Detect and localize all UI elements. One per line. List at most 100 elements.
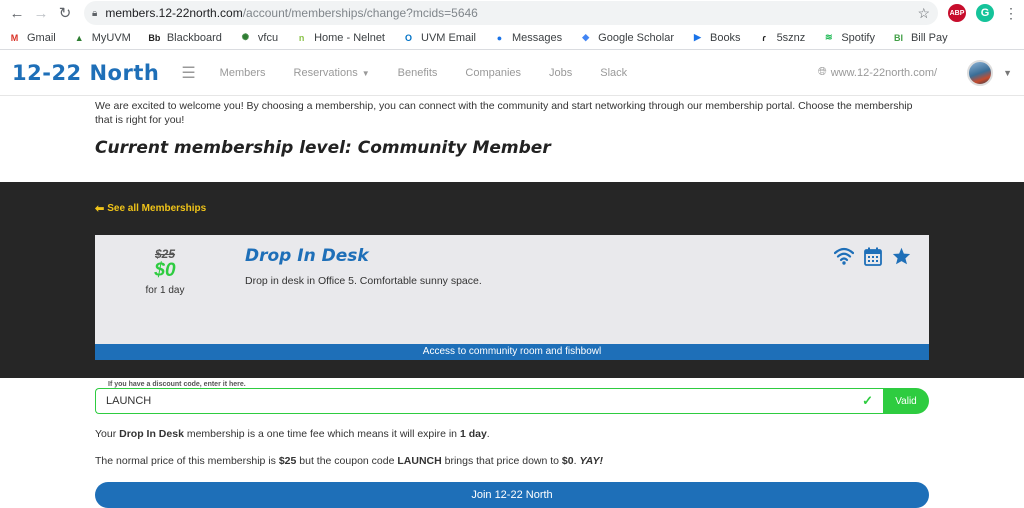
coupon-input[interactable]: LAUNCH ✓	[95, 388, 883, 414]
bookmark-label: Google Scholar	[598, 31, 674, 44]
bookmark-label: Gmail	[27, 31, 56, 44]
back-icon[interactable]: ←	[6, 2, 28, 24]
nav-slack[interactable]: Slack	[600, 67, 627, 79]
yay-text: YAY!	[579, 455, 603, 467]
bookmark-blackboard[interactable]: Bb Blackboard	[148, 31, 222, 44]
bookmark-label: 5sznz	[776, 31, 806, 44]
bookmark-books[interactable]: ▶ Books	[691, 31, 741, 44]
bookmark-uvm-email[interactable]: O UVM Email	[402, 31, 476, 44]
normal-price: $25	[278, 455, 297, 467]
current-membership-level: Current membership level: Community Memb…	[95, 138, 551, 158]
tree-icon: ▲	[74, 32, 84, 43]
coupon-label: If you have a discount code, enter it he…	[105, 381, 249, 388]
url-path: /account/memberships/change?mcids=5646	[242, 6, 478, 20]
new-price: $0	[154, 260, 176, 281]
bookmark-label: Home - Nelnet	[314, 31, 385, 44]
old-price: $25	[154, 247, 176, 261]
gmail-icon: M	[10, 32, 19, 43]
bookmark-google-scholar[interactable]: ◆ Google Scholar	[579, 31, 674, 44]
bookmarks-bar: M Gmail ▲ MyUVM Bb Blackboard ✺ vfcu n Home - Nel…	[0, 26, 1024, 50]
scholar-icon: ◆	[582, 32, 590, 42]
text: .	[486, 428, 490, 440]
bookmark-label: Messages	[512, 31, 563, 44]
see-all-memberships-link[interactable]: ⬅ See all Memberships	[95, 202, 929, 215]
wifi-icon	[834, 247, 854, 265]
site-logo[interactable]: 12-22 North	[12, 61, 159, 85]
coupon-field-group: If you have a discount code, enter it he…	[95, 381, 929, 414]
bill-pay-icon: BI	[893, 32, 903, 43]
bookmark-label: MyUVM	[91, 31, 131, 44]
nav-companies[interactable]: Companies	[465, 67, 521, 79]
bookmark-bill-pay[interactable]: BI Bill Pay	[892, 31, 948, 44]
bookmark-spotify[interactable]: ≋ Spotify	[822, 31, 875, 44]
site-url-link[interactable]: 🌐︎ www.12-22north.com/	[818, 66, 937, 79]
discounted-price: $0	[561, 455, 574, 467]
lock-icon: 🔒︎	[92, 7, 98, 19]
reload-icon[interactable]: ↻	[54, 2, 76, 24]
checkmark-icon: ✓	[862, 393, 873, 408]
intro-section: We are excited to welcome you! By choosi…	[0, 96, 1024, 182]
nav-benefits[interactable]: Benefits	[398, 67, 438, 79]
bookmark-vfcu[interactable]: ✺ vfcu	[239, 31, 278, 44]
nav-jobs[interactable]: Jobs	[549, 67, 572, 79]
expiry-duration: 1 day	[459, 428, 487, 440]
avatar[interactable]	[967, 59, 994, 86]
star-icon	[892, 247, 911, 265]
grammarly-icon[interactable]: G	[976, 4, 994, 22]
price-note: The normal price of this membership is $…	[95, 454, 929, 468]
bookmark-label: UVM Email	[421, 31, 477, 44]
5sznz-icon: ɾ	[762, 32, 766, 43]
bookmark-label: vfcu	[257, 31, 279, 44]
plan-period: for 1 day	[145, 285, 185, 296]
text: membership is a one time fee which means…	[183, 428, 460, 440]
hamburger-menu-icon[interactable]: ☰	[181, 63, 195, 83]
chevron-down-icon: ▼	[361, 68, 370, 78]
price-block: $25 $0 for 1 day	[120, 247, 210, 296]
expiry-note: Your Drop In Desk membership is a one ti…	[95, 427, 929, 441]
bookmark-gmail[interactable]: M Gmail	[8, 31, 56, 44]
plan-footer: Access to community room and fishbowl	[95, 344, 929, 360]
bookmark-5sznz[interactable]: ɾ 5sznz	[758, 31, 806, 44]
nav-members[interactable]: Members	[220, 67, 266, 79]
plan-title: Drop In Desk	[245, 246, 369, 266]
bookmark-label: Blackboard	[166, 31, 222, 44]
spotify-icon: ≋	[825, 32, 833, 42]
text: The normal price of this membership is	[95, 455, 279, 467]
play-books-icon: ▶	[694, 32, 701, 42]
coupon-value: LAUNCH	[106, 395, 152, 407]
coupon-code: LAUNCH	[397, 455, 442, 467]
bookmark-star-icon[interactable]: ☆	[917, 5, 930, 22]
bookmark-home-nelnet[interactable]: n Home - Nelnet	[295, 31, 385, 44]
arrow-left-icon: ⬅	[95, 203, 105, 215]
nelnet-icon: n	[298, 32, 305, 43]
checkout-section: If you have a discount code, enter it he…	[0, 378, 1024, 508]
membership-card: $25 $0 for 1 day Drop In Desk Drop in de…	[95, 235, 929, 360]
valid-button[interactable]: Valid	[883, 388, 929, 414]
plan-name: Drop In Desk	[119, 428, 184, 440]
bookmark-label: Books	[709, 31, 741, 44]
vfcu-icon: ✺	[241, 32, 250, 42]
bookmark-myuvm[interactable]: ▲ MyUVM	[73, 31, 131, 44]
join-button[interactable]: Join 12-22 North	[95, 482, 929, 508]
bookmark-label: Spotify	[841, 31, 875, 44]
chevron-down-icon[interactable]: ▼	[1003, 68, 1012, 78]
nav-reservations[interactable]: Reservations ▼	[294, 67, 370, 79]
bookmark-messages[interactable]: ● Messages	[493, 31, 562, 44]
text: brings that price down to	[441, 455, 562, 467]
amenity-icons	[834, 247, 911, 266]
blackboard-icon: Bb	[148, 32, 161, 43]
address-bar[interactable]: 🔒︎ members.12-22north.com/account/member…	[84, 1, 938, 25]
site-url-text: www.12-22north.com/	[830, 66, 938, 79]
calendar-icon	[864, 247, 882, 266]
forward-icon[interactable]: →	[30, 2, 52, 24]
text: Your	[95, 428, 120, 440]
bookmark-label: Bill Pay	[910, 31, 948, 44]
globe-icon: 🌐︎	[817, 66, 827, 78]
nav-reservations-label: Reservations	[293, 66, 358, 79]
adblock-icon[interactable]: ABP	[948, 4, 966, 22]
browser-toolbar: ← → ↻ 🔒︎ members.12-22north.com/account/…	[0, 0, 1024, 26]
browser-menu-icon[interactable]: ⋮	[1004, 5, 1018, 22]
text: but the coupon code	[296, 455, 398, 467]
plan-description: Drop in desk in Office 5. Comfortable su…	[245, 275, 482, 287]
messages-icon: ●	[496, 32, 503, 43]
